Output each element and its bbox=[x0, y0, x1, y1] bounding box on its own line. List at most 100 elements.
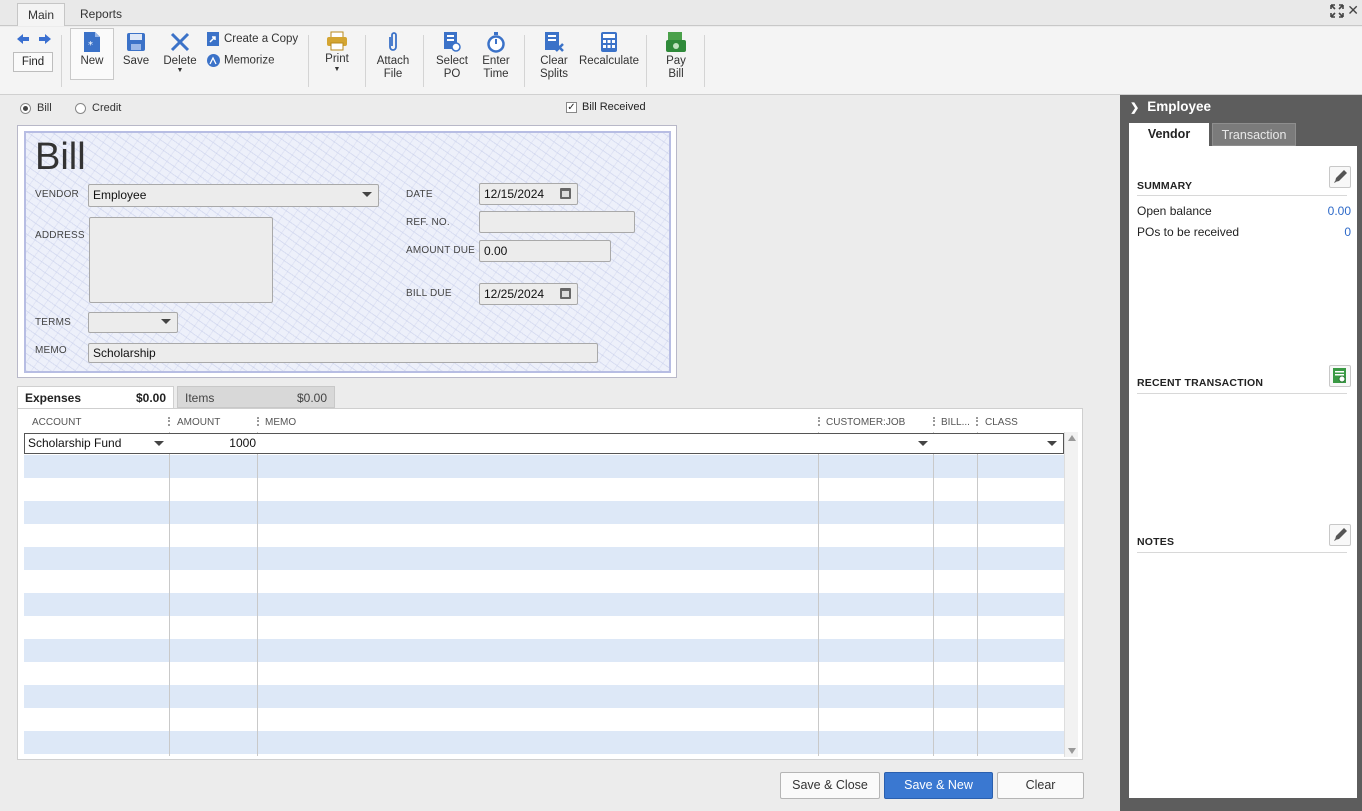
header-amount[interactable]: AMOUNT bbox=[177, 417, 220, 428]
account-cell[interactable]: Scholarship Fund bbox=[28, 436, 121, 450]
clear-splits-button[interactable]: Clear Splits bbox=[534, 31, 574, 81]
table-row[interactable] bbox=[24, 639, 1064, 662]
table-row[interactable] bbox=[24, 731, 1064, 754]
tab-reports[interactable]: Reports bbox=[70, 3, 132, 26]
recalculate-button[interactable]: Recalculate bbox=[578, 31, 640, 68]
pos-row: POs to be received 0 bbox=[1137, 225, 1351, 239]
amount-due-field[interactable]: 0.00 bbox=[479, 240, 611, 262]
create-copy-button[interactable]: Create a Copy bbox=[206, 31, 298, 47]
delete-x-icon bbox=[170, 32, 190, 52]
amount-cell[interactable]: 1000 bbox=[171, 436, 256, 450]
pay-bill-button[interactable]: Pay Bill bbox=[656, 31, 696, 81]
table-row[interactable] bbox=[24, 570, 1064, 593]
attach-file-button[interactable]: Attach File bbox=[373, 31, 413, 81]
table-row[interactable] bbox=[24, 616, 1064, 639]
terms-dropdown[interactable] bbox=[88, 312, 178, 333]
clear-button[interactable]: Clear bbox=[997, 772, 1084, 799]
back-arrow-icon[interactable] bbox=[16, 33, 30, 45]
header-class[interactable]: CLASS bbox=[985, 417, 1018, 428]
column-resize-handle[interactable] bbox=[933, 417, 935, 426]
amount-due-label: AMOUNT DUE bbox=[406, 245, 476, 256]
open-balance-value[interactable]: 0.00 bbox=[1328, 204, 1351, 218]
panel-header[interactable]: ❯ Employee bbox=[1130, 99, 1211, 114]
header-account[interactable]: ACCOUNT bbox=[32, 417, 81, 428]
chevron-down-icon[interactable] bbox=[1047, 441, 1057, 446]
address-field[interactable] bbox=[89, 217, 273, 303]
header-billable[interactable]: BILL... bbox=[941, 417, 970, 428]
credit-radio[interactable]: Credit bbox=[75, 102, 121, 114]
chevron-down-icon[interactable] bbox=[154, 441, 164, 446]
header-memo[interactable]: MEMO bbox=[265, 417, 296, 428]
vertical-scrollbar[interactable] bbox=[1064, 432, 1078, 757]
clear-label-1: Clear bbox=[540, 55, 568, 67]
vendor-dropdown[interactable]: Employee bbox=[88, 184, 379, 207]
expenses-grid: ACCOUNT AMOUNT MEMO CUSTOMER:JOB BILL...… bbox=[17, 408, 1083, 760]
memorize-label: Memorize bbox=[224, 54, 275, 67]
column-resize-handle[interactable] bbox=[168, 417, 170, 426]
scroll-down-icon[interactable] bbox=[1068, 748, 1076, 754]
expand-icon[interactable] bbox=[1330, 4, 1344, 18]
find-button[interactable]: Find bbox=[13, 52, 53, 72]
column-divider bbox=[977, 432, 978, 756]
close-icon[interactable]: ✕ bbox=[1347, 2, 1359, 19]
tab-vendor[interactable]: Vendor bbox=[1129, 123, 1209, 146]
pos-value[interactable]: 0 bbox=[1344, 225, 1351, 239]
table-row-active[interactable]: Scholarship Fund 1000 bbox=[24, 433, 1064, 454]
calendar-icon[interactable] bbox=[560, 188, 571, 199]
bill-due-field[interactable]: 12/25/2024 bbox=[479, 283, 578, 305]
scroll-up-icon[interactable] bbox=[1068, 435, 1076, 441]
header-customer-job[interactable]: CUSTOMER:JOB bbox=[826, 417, 905, 428]
attach-label-2: File bbox=[383, 68, 403, 80]
ref-no-field[interactable] bbox=[479, 211, 635, 233]
radio-selected-icon bbox=[20, 102, 31, 114]
delete-button[interactable]: Delete ▼ bbox=[160, 31, 200, 74]
bill-radio[interactable]: Bill bbox=[20, 102, 52, 114]
column-divider bbox=[257, 432, 258, 756]
save-button[interactable]: Save bbox=[118, 31, 154, 68]
forward-arrow-icon[interactable] bbox=[38, 33, 52, 45]
select-po-button[interactable]: Select PO bbox=[432, 31, 472, 81]
print-button[interactable]: Print ▼ bbox=[320, 31, 354, 73]
table-row[interactable] bbox=[24, 593, 1064, 616]
edit-notes-button[interactable] bbox=[1329, 524, 1351, 546]
table-row[interactable] bbox=[24, 455, 1064, 478]
create-copy-label: Create a Copy bbox=[224, 33, 299, 46]
bill-received-label: Bill Received bbox=[582, 101, 646, 113]
edit-vendor-button[interactable] bbox=[1329, 166, 1351, 188]
table-row[interactable] bbox=[24, 662, 1064, 685]
table-row[interactable] bbox=[24, 708, 1064, 731]
calendar-icon[interactable] bbox=[560, 288, 571, 299]
chevron-right-icon[interactable]: ❯ bbox=[1130, 102, 1139, 114]
tab-expenses[interactable]: Expenses $0.00 bbox=[17, 386, 174, 408]
tab-transaction[interactable]: Transaction bbox=[1212, 123, 1296, 146]
chevron-down-icon[interactable] bbox=[918, 441, 928, 446]
enter-time-button[interactable]: Enter Time bbox=[476, 31, 516, 81]
quick-report-button[interactable] bbox=[1329, 365, 1351, 387]
table-row[interactable] bbox=[24, 501, 1064, 524]
tab-main[interactable]: Main bbox=[17, 3, 66, 26]
attach-label-1: Attach bbox=[376, 55, 410, 67]
separator bbox=[365, 35, 366, 87]
table-row[interactable] bbox=[24, 524, 1064, 547]
notes-heading: NOTES bbox=[1137, 536, 1175, 548]
column-resize-handle[interactable] bbox=[818, 417, 820, 426]
table-row[interactable] bbox=[24, 547, 1064, 570]
enter-label-1: Enter bbox=[482, 55, 510, 67]
pencil-icon bbox=[1334, 170, 1347, 183]
column-resize-handle[interactable] bbox=[257, 417, 259, 426]
bill-received-checkbox[interactable]: ✓ Bill Received bbox=[566, 101, 646, 113]
memorize-button[interactable]: Memorize bbox=[206, 53, 274, 68]
save-new-button[interactable]: Save & New bbox=[884, 772, 993, 799]
tab-items[interactable]: Items $0.00 bbox=[177, 386, 335, 408]
column-resize-handle[interactable] bbox=[976, 417, 978, 426]
table-row[interactable] bbox=[24, 685, 1064, 708]
terms-label: TERMS bbox=[35, 317, 71, 328]
date-field[interactable]: 12/15/2024 bbox=[479, 183, 578, 205]
items-amount: $0.00 bbox=[296, 391, 327, 405]
calculator-icon bbox=[601, 32, 617, 52]
new-button[interactable]: * New bbox=[72, 31, 112, 68]
memo-field[interactable]: Scholarship bbox=[88, 343, 598, 363]
table-row[interactable] bbox=[24, 478, 1064, 501]
clear-splits-icon bbox=[545, 32, 564, 52]
save-close-button[interactable]: Save & Close bbox=[780, 772, 880, 799]
